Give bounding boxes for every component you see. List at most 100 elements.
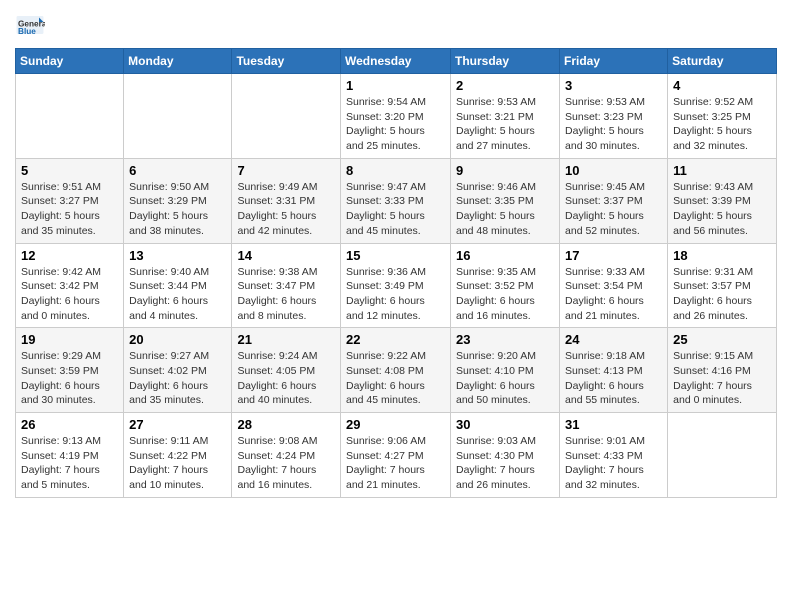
- day-info: Sunrise: 9:20 AM Sunset: 4:10 PM Dayligh…: [456, 349, 554, 408]
- day-number: 3: [565, 78, 662, 93]
- page-header: General Blue: [15, 10, 777, 40]
- day-info: Sunrise: 9:53 AM Sunset: 3:23 PM Dayligh…: [565, 95, 662, 154]
- day-info: Sunrise: 9:45 AM Sunset: 3:37 PM Dayligh…: [565, 180, 662, 239]
- day-info: Sunrise: 9:38 AM Sunset: 3:47 PM Dayligh…: [237, 265, 335, 324]
- calendar-cell: 4Sunrise: 9:52 AM Sunset: 3:25 PM Daylig…: [668, 74, 777, 159]
- calendar-cell: 17 Sunrise: 9:33 AM Sunset: 3:54 PM Dayli…: [560, 243, 668, 328]
- day-number: 20: [129, 332, 226, 347]
- day-number: 7: [237, 163, 335, 178]
- day-info: Sunrise: 9:11 AM Sunset: 4:22 PM Dayligh…: [129, 434, 226, 493]
- day-number: 11: [673, 163, 771, 178]
- day-info: Sunrise: 9:40 AM Sunset: 3:44 PM Dayligh…: [129, 265, 226, 324]
- calendar-cell: 16Sunrise: 9:35 AM Sunset: 3:52 PM Dayli…: [451, 243, 560, 328]
- weekday-header-sunday: Sunday: [16, 49, 124, 74]
- day-info: Sunrise: 9:15 AM Sunset: 4:16 PM Dayligh…: [673, 349, 771, 408]
- calendar-week-3: 12Sunrise: 9:42 AM Sunset: 3:42 PM Dayli…: [16, 243, 777, 328]
- day-info: Sunrise: 9:13 AM Sunset: 4:19 PM Dayligh…: [21, 434, 118, 493]
- day-number: 28: [237, 417, 335, 432]
- day-number: 27: [129, 417, 226, 432]
- calendar-cell: 12Sunrise: 9:42 AM Sunset: 3:42 PM Dayli…: [16, 243, 124, 328]
- day-info: Sunrise: 9:29 AM Sunset: 3:59 PM Dayligh…: [21, 349, 118, 408]
- day-info: Sunrise: 9:52 AM Sunset: 3:25 PM Dayligh…: [673, 95, 771, 154]
- calendar-cell: 18Sunrise: 9:31 AM Sunset: 3:57 PM Dayli…: [668, 243, 777, 328]
- day-info: Sunrise: 9:53 AM Sunset: 3:21 PM Dayligh…: [456, 95, 554, 154]
- calendar-cell: 7 Sunrise: 9:49 AM Sunset: 3:31 PM Daylig…: [232, 158, 341, 243]
- day-number: 6: [129, 163, 226, 178]
- day-info: Sunrise: 9:03 AM Sunset: 4:30 PM Dayligh…: [456, 434, 554, 493]
- day-number: 12: [21, 248, 118, 263]
- day-info: Sunrise: 9:08 AM Sunset: 4:24 PM Dayligh…: [237, 434, 335, 493]
- day-info: Sunrise: 9:06 AM Sunset: 4:27 PM Dayligh…: [346, 434, 445, 493]
- calendar-cell: 20 Sunrise: 9:27 AM Sunset: 4:02 PM Dayli…: [124, 328, 232, 413]
- weekday-header-monday: Monday: [124, 49, 232, 74]
- calendar-cell: 21 Sunrise: 9:24 AM Sunset: 4:05 PM Dayli…: [232, 328, 341, 413]
- day-info: Sunrise: 9:22 AM Sunset: 4:08 PM Dayligh…: [346, 349, 445, 408]
- calendar-cell: 19 Sunrise: 9:29 AM Sunset: 3:59 PM Dayli…: [16, 328, 124, 413]
- day-number: 22: [346, 332, 445, 347]
- day-number: 31: [565, 417, 662, 432]
- calendar-cell: 30 Sunrise: 9:03 AM Sunset: 4:30 PM Dayli…: [451, 413, 560, 498]
- day-info: Sunrise: 9:50 AM Sunset: 3:29 PM Dayligh…: [129, 180, 226, 239]
- calendar-week-5: 26 Sunrise: 9:13 AM Sunset: 4:19 PM Dayli…: [16, 413, 777, 498]
- calendar-cell: 5 Sunrise: 9:51 AM Sunset: 3:27 PM Daylig…: [16, 158, 124, 243]
- day-number: 1: [346, 78, 445, 93]
- calendar-week-2: 5 Sunrise: 9:51 AM Sunset: 3:27 PM Daylig…: [16, 158, 777, 243]
- calendar-cell: 9 Sunrise: 9:46 AM Sunset: 3:35 PM Daylig…: [451, 158, 560, 243]
- svg-text:Blue: Blue: [18, 27, 36, 36]
- logo-icon: General Blue: [15, 10, 45, 40]
- day-info: Sunrise: 9:35 AM Sunset: 3:52 PM Dayligh…: [456, 265, 554, 324]
- weekday-header-tuesday: Tuesday: [232, 49, 341, 74]
- day-number: 23: [456, 332, 554, 347]
- calendar-week-1: 1 Sunrise: 9:54 AM Sunset: 3:20 PM Daylig…: [16, 74, 777, 159]
- day-number: 8: [346, 163, 445, 178]
- page-container: General Blue SundayMondayTuesdayWednesda…: [0, 0, 792, 508]
- calendar-cell: 3 Sunrise: 9:53 AM Sunset: 3:23 PM Daylig…: [560, 74, 668, 159]
- day-info: Sunrise: 9:54 AM Sunset: 3:20 PM Dayligh…: [346, 95, 445, 154]
- weekday-header-saturday: Saturday: [668, 49, 777, 74]
- calendar-cell: 10Sunrise: 9:45 AM Sunset: 3:37 PM Dayli…: [560, 158, 668, 243]
- day-info: Sunrise: 9:27 AM Sunset: 4:02 PM Dayligh…: [129, 349, 226, 408]
- day-info: Sunrise: 9:51 AM Sunset: 3:27 PM Dayligh…: [21, 180, 118, 239]
- calendar-cell: 24 Sunrise: 9:18 AM Sunset: 4:13 PM Dayli…: [560, 328, 668, 413]
- weekday-header-friday: Friday: [560, 49, 668, 74]
- day-number: 24: [565, 332, 662, 347]
- day-info: Sunrise: 9:01 AM Sunset: 4:33 PM Dayligh…: [565, 434, 662, 493]
- day-info: Sunrise: 9:33 AM Sunset: 3:54 PM Dayligh…: [565, 265, 662, 324]
- calendar-cell: 1 Sunrise: 9:54 AM Sunset: 3:20 PM Daylig…: [341, 74, 451, 159]
- day-info: Sunrise: 9:36 AM Sunset: 3:49 PM Dayligh…: [346, 265, 445, 324]
- calendar-cell: 27 Sunrise: 9:11 AM Sunset: 4:22 PM Dayli…: [124, 413, 232, 498]
- calendar-cell: [232, 74, 341, 159]
- day-number: 21: [237, 332, 335, 347]
- day-info: Sunrise: 9:46 AM Sunset: 3:35 PM Dayligh…: [456, 180, 554, 239]
- day-number: 26: [21, 417, 118, 432]
- calendar-cell: 8 Sunrise: 9:47 AM Sunset: 3:33 PM Daylig…: [341, 158, 451, 243]
- calendar-cell: 22 Sunrise: 9:22 AM Sunset: 4:08 PM Dayli…: [341, 328, 451, 413]
- day-number: 25: [673, 332, 771, 347]
- day-info: Sunrise: 9:24 AM Sunset: 4:05 PM Dayligh…: [237, 349, 335, 408]
- day-number: 5: [21, 163, 118, 178]
- day-info: Sunrise: 9:47 AM Sunset: 3:33 PM Dayligh…: [346, 180, 445, 239]
- day-number: 9: [456, 163, 554, 178]
- day-number: 2: [456, 78, 554, 93]
- calendar-cell: 14Sunrise: 9:38 AM Sunset: 3:47 PM Dayli…: [232, 243, 341, 328]
- day-number: 17: [565, 248, 662, 263]
- calendar-table: SundayMondayTuesdayWednesdayThursdayFrid…: [15, 48, 777, 498]
- weekday-header-thursday: Thursday: [451, 49, 560, 74]
- calendar-cell: 6 Sunrise: 9:50 AM Sunset: 3:29 PM Daylig…: [124, 158, 232, 243]
- calendar-cell: [668, 413, 777, 498]
- calendar-cell: 25 Sunrise: 9:15 AM Sunset: 4:16 PM Dayli…: [668, 328, 777, 413]
- day-number: 15: [346, 248, 445, 263]
- calendar-week-4: 19 Sunrise: 9:29 AM Sunset: 3:59 PM Dayli…: [16, 328, 777, 413]
- day-number: 30: [456, 417, 554, 432]
- calendar-cell: 28 Sunrise: 9:08 AM Sunset: 4:24 PM Dayli…: [232, 413, 341, 498]
- calendar-cell: 26 Sunrise: 9:13 AM Sunset: 4:19 PM Dayli…: [16, 413, 124, 498]
- calendar-cell: 2 Sunrise: 9:53 AM Sunset: 3:21 PM Daylig…: [451, 74, 560, 159]
- calendar-cell: 31 Sunrise: 9:01 AM Sunset: 4:33 PM Dayli…: [560, 413, 668, 498]
- calendar-cell: 23 Sunrise: 9:20 AM Sunset: 4:10 PM Dayli…: [451, 328, 560, 413]
- calendar-cell: [16, 74, 124, 159]
- calendar-cell: 13Sunrise: 9:40 AM Sunset: 3:44 PM Dayli…: [124, 243, 232, 328]
- day-number: 19: [21, 332, 118, 347]
- day-info: Sunrise: 9:18 AM Sunset: 4:13 PM Dayligh…: [565, 349, 662, 408]
- weekday-header-wednesday: Wednesday: [341, 49, 451, 74]
- day-info: Sunrise: 9:49 AM Sunset: 3:31 PM Dayligh…: [237, 180, 335, 239]
